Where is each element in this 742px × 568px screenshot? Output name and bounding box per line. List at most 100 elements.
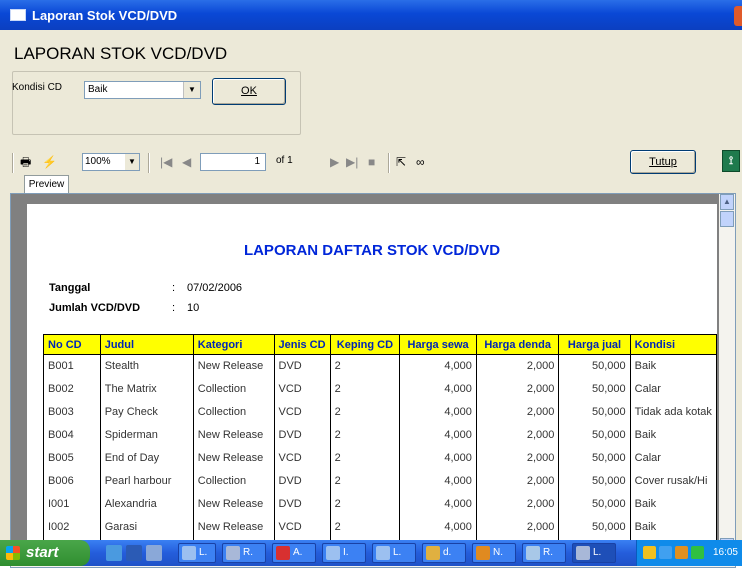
filter-label: Kondisi CD (12, 82, 63, 93)
window-icon (526, 546, 540, 560)
table-cell: Spiderman (99, 423, 194, 447)
column-header: Harga denda (475, 334, 560, 355)
taskbar-item[interactable]: A. (272, 543, 316, 563)
export-icon[interactable]: ⇱ (396, 153, 406, 171)
table-cell: New Release (192, 354, 275, 378)
word-icon[interactable] (126, 545, 142, 561)
taskbar-item[interactable]: I. (322, 543, 366, 563)
table-cell: B001 (43, 354, 101, 378)
table-cell: I002 (43, 515, 101, 539)
table-cell: 2,000 (475, 446, 560, 470)
chevron-down-icon[interactable]: ▼ (125, 154, 139, 170)
count-value: 10 (187, 302, 200, 314)
tray-icon[interactable] (675, 546, 688, 559)
table-cell: Pearl harbour (99, 469, 194, 493)
table-row: B003 Pay Check Collection VCD 2 4,000 2,000 50,… (43, 400, 717, 424)
table-cell: 2 (329, 354, 401, 378)
tray-icon[interactable] (643, 546, 656, 559)
tab-preview[interactable]: Preview (24, 175, 69, 195)
table-cell: 50,000 (558, 423, 631, 447)
tray-icon[interactable] (659, 546, 672, 559)
tray-icon[interactable] (691, 546, 704, 559)
table-cell: New Release (192, 515, 275, 539)
table-row: B001 Stealth New Release DVD 2 4,000 2,000 50,0… (43, 354, 717, 378)
table-cell: Tidak ada kotak (629, 400, 717, 424)
column-header: Jenis CD (273, 334, 331, 355)
taskbar-item[interactable]: R. (222, 543, 266, 563)
window-icon (226, 546, 240, 560)
taskbar-item[interactable]: L. (178, 543, 216, 563)
taskbar-item[interactable]: d. (422, 543, 466, 563)
ok-label: OK (241, 85, 257, 97)
taskbar: start L. R. A. I. L. d. N. R. L. 16:05 (0, 540, 742, 566)
table-cell: Baik (629, 354, 717, 378)
crystal-reports-logo-icon[interactable]: ⟟ (722, 150, 740, 172)
first-page-icon[interactable]: |◀ (160, 153, 172, 171)
close-window-button[interactable] (734, 6, 742, 26)
binoculars-icon[interactable]: ∞ (416, 153, 425, 171)
page-number-input[interactable]: 1 (200, 153, 266, 171)
table-row: B005 End of Day New Release VCD 2 4,000 2,000 5… (43, 446, 717, 470)
taskbar-item[interactable]: N. (472, 543, 516, 563)
report-title: LAPORAN DAFTAR STOK VCD/DVD (243, 242, 501, 259)
taskbar-item-label: L. (593, 547, 602, 558)
table-cell: 4,000 (399, 492, 477, 516)
chevron-down-icon[interactable]: ▼ (183, 82, 200, 98)
column-header: No CD (43, 334, 101, 355)
scroll-up-icon[interactable]: ▲ (720, 194, 734, 210)
column-header: Harga sewa (399, 334, 477, 355)
acrobat-icon (276, 546, 290, 560)
count-colon: : (172, 302, 176, 314)
ok-button[interactable]: OK (212, 78, 286, 105)
table-row: B006 Pearl harbour Collection DVD 2 4,000 2,00… (43, 469, 717, 493)
column-header: Harga jual (558, 334, 631, 355)
taskbar-item[interactable]: L. (372, 543, 416, 563)
date-value: 07/02/2006 (187, 282, 243, 294)
taskbar-item[interactable]: R. (522, 543, 566, 563)
lightning-icon[interactable]: ⚡ (42, 153, 57, 171)
zoom-value: 100% (85, 156, 111, 167)
taskbar-item-label: L. (199, 547, 208, 558)
start-button[interactable]: start (0, 540, 90, 566)
table-cell: New Release (192, 492, 275, 516)
scroll-thumb[interactable] (720, 211, 734, 227)
table-cell: 50,000 (558, 515, 631, 539)
app-icon[interactable] (146, 545, 162, 561)
next-page-icon[interactable]: ▶ (330, 153, 339, 171)
last-page-icon[interactable]: ▶| (346, 153, 358, 171)
table-cell: Baik (629, 492, 717, 516)
taskbar-item-label: N. (493, 547, 503, 558)
table-cell: 2,000 (475, 423, 560, 447)
taskbar-item[interactable]: L. (572, 543, 616, 563)
table-cell: 2 (329, 423, 401, 447)
printer-icon[interactable]: 🖶 (20, 153, 31, 171)
table-cell: Collection (192, 400, 275, 424)
browser-icon[interactable] (106, 545, 122, 561)
tutup-label: Tutup (649, 156, 677, 168)
table-cell: 2 (329, 377, 401, 401)
table-row: B002 The Matrix Collection VCD 2 4,000 2,000 50… (43, 377, 717, 401)
table-cell: DVD (273, 469, 331, 493)
taskbar-item-label: I. (343, 547, 349, 558)
count-label: Jumlah VCD/DVD (49, 302, 141, 314)
table-header-row: No CD Judul Kategori Jenis CD Keping CD … (43, 334, 717, 355)
table-cell: VCD (273, 515, 331, 539)
tutup-button[interactable]: Tutup (630, 150, 696, 174)
table-cell: 4,000 (399, 377, 477, 401)
table-cell: Baik (629, 515, 717, 539)
table-cell: 2 (329, 400, 401, 424)
window-icon (376, 546, 390, 560)
stock-table: No CD Judul Kategori Jenis CD Keping CD … (43, 334, 717, 559)
table-cell: 50,000 (558, 492, 631, 516)
toolbar-separator (148, 153, 150, 173)
previous-page-icon[interactable]: ◀ (182, 153, 191, 171)
zoom-select[interactable]: 100% ▼ (82, 153, 140, 171)
table-cell: VCD (273, 377, 331, 401)
table-cell: 2,000 (475, 400, 560, 424)
start-label: start (26, 544, 59, 561)
vertical-scrollbar[interactable]: ▲ ▼ (719, 194, 735, 554)
table-cell: Collection (192, 469, 275, 493)
stop-icon[interactable]: ■ (368, 153, 375, 171)
kondisi-cd-select[interactable]: Baik ▼ (84, 81, 201, 99)
table-cell: 50,000 (558, 446, 631, 470)
